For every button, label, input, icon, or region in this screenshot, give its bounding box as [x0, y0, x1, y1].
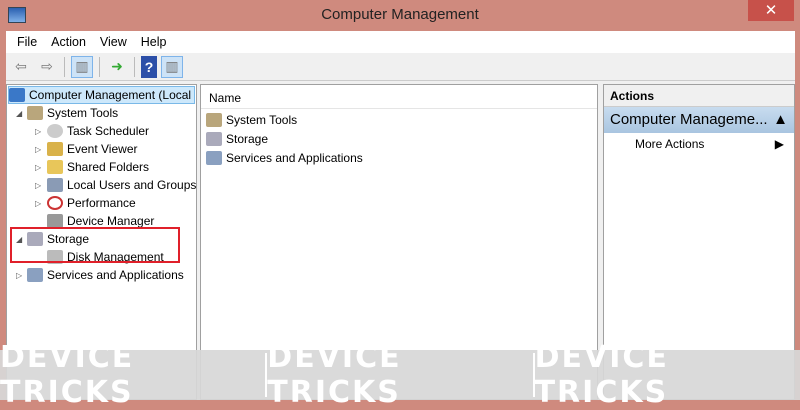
tree-performance[interactable]: Performance — [47, 194, 136, 212]
separator — [64, 56, 65, 77]
tree-root[interactable]: Computer Management (Local — [8, 86, 195, 104]
tools-icon — [27, 106, 43, 120]
menu-file[interactable]: File — [10, 35, 44, 49]
watermark: DEVICE TRICKS DEVICE TRICKS DEVICE TRICK… — [0, 340, 800, 410]
help-icon[interactable]: ? — [141, 55, 157, 78]
menu-bar: File Action View Help — [6, 31, 795, 53]
collapse-icon[interactable]: ◢ — [16, 109, 22, 118]
tree-label: Services and Applications — [47, 268, 184, 282]
users-icon — [47, 178, 63, 192]
tree-system-tools[interactable]: System Tools — [27, 104, 118, 122]
menu-action[interactable]: Action — [44, 35, 93, 49]
tree-task-scheduler[interactable]: Task Scheduler — [47, 122, 149, 140]
tree-label: Shared Folders — [67, 160, 150, 174]
expand-icon[interactable]: ▷ — [35, 145, 41, 154]
list-label: Services and Applications — [226, 151, 363, 165]
expand-icon[interactable]: ▷ — [35, 181, 41, 190]
submenu-arrow-icon: ▶ — [774, 137, 784, 151]
section-label: Computer Manageme... — [610, 111, 768, 128]
list-label: Storage — [226, 132, 269, 146]
separator — [99, 56, 100, 77]
actions-header: Actions — [604, 85, 794, 107]
back-icon[interactable]: ⇦ — [10, 56, 32, 78]
column-header-name[interactable]: Name — [201, 85, 597, 109]
list-item[interactable]: System Tools — [206, 111, 297, 129]
actions-section[interactable]: Computer Manageme... ▲ — [604, 107, 794, 133]
folder-icon — [47, 160, 63, 174]
tree-label: System Tools — [47, 106, 119, 120]
forward-icon[interactable]: ⇨ — [36, 56, 58, 78]
more-actions-label: More Actions — [635, 137, 705, 151]
list-item[interactable]: Storage — [206, 130, 268, 148]
event-viewer-icon — [47, 142, 63, 156]
expand-icon[interactable]: ▷ — [35, 199, 41, 208]
show-hide-action-pane-icon[interactable]: ▥ — [161, 55, 183, 78]
export-list-icon[interactable]: ➜ — [106, 56, 128, 78]
tree-services[interactable]: Services and Applications — [27, 266, 184, 284]
tree-label: Task Scheduler — [67, 124, 150, 138]
expand-icon[interactable]: ▷ — [16, 271, 22, 280]
highlight-box — [10, 227, 180, 263]
tree-local-users[interactable]: Local Users and Groups — [47, 176, 196, 194]
services-icon — [27, 268, 43, 282]
tree-event-viewer[interactable]: Event Viewer — [47, 140, 137, 158]
tree-label: Computer Management (Local — [29, 88, 192, 102]
tools-icon — [206, 113, 222, 127]
tree-label: Event Viewer — [67, 142, 138, 156]
performance-icon — [47, 196, 63, 210]
title-bar: Computer Management ✕ — [0, 0, 800, 31]
clock-icon — [47, 124, 63, 138]
menu-view[interactable]: View — [93, 35, 134, 49]
device-manager-icon — [47, 214, 63, 228]
separator — [134, 56, 135, 77]
more-actions[interactable]: More Actions ▶ — [604, 133, 794, 151]
list-label: System Tools — [226, 113, 298, 127]
tree-shared-folders[interactable]: Shared Folders — [47, 158, 149, 176]
expand-icon[interactable]: ▷ — [35, 163, 41, 172]
services-icon — [206, 151, 222, 165]
collapse-up-icon[interactable]: ▲ — [773, 111, 788, 129]
toolbar: ⇦ ⇨ ▥ ➜ ? ▥ — [6, 53, 795, 81]
window-title: Computer Management — [321, 6, 479, 23]
expand-icon[interactable]: ▷ — [35, 127, 41, 136]
storage-icon — [206, 132, 222, 146]
tree-label: Local Users and Groups — [67, 178, 197, 192]
list-item[interactable]: Services and Applications — [206, 149, 363, 167]
close-button[interactable]: ✕ — [748, 0, 794, 21]
tree-label: Device Manager — [67, 214, 155, 228]
menu-help[interactable]: Help — [134, 35, 174, 49]
computer-icon — [9, 88, 25, 102]
tree-label: Performance — [67, 196, 136, 210]
show-hide-console-tree-icon[interactable]: ▥ — [71, 55, 93, 78]
